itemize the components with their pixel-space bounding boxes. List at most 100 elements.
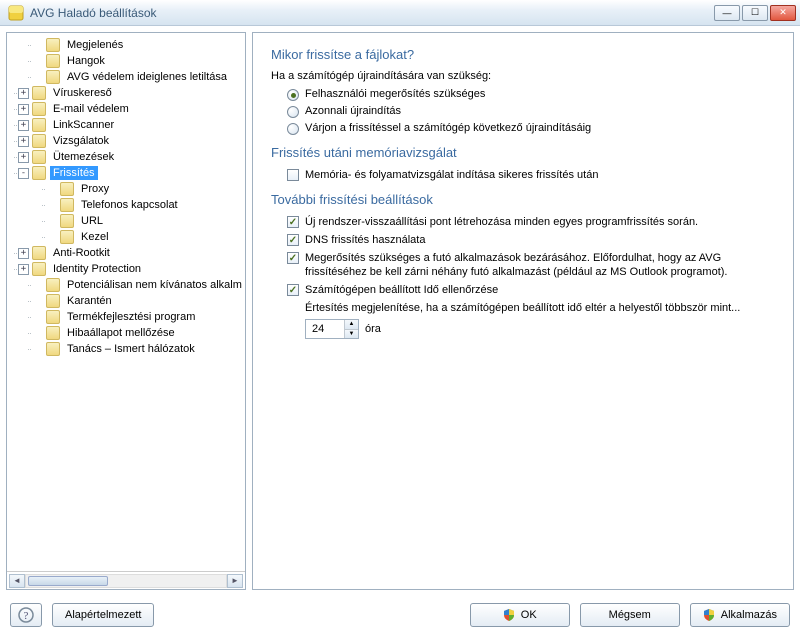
apply-button[interactable]: Alkalmazás — [690, 603, 790, 627]
tree-item[interactable]: ··Tanács – Ismert hálózatok — [7, 341, 245, 357]
radio-user-confirm[interactable]: Felhasználói megerősítés szükséges — [287, 88, 775, 101]
tree-node-icon — [60, 198, 74, 212]
tree-item[interactable]: ·· Hangok — [7, 53, 245, 69]
tree-item-label: Identity Protection — [50, 262, 144, 276]
tree-connector: ·· — [27, 344, 31, 354]
tree-item[interactable]: ··URL — [7, 213, 245, 229]
tree-item[interactable]: ··+Anti-Rootkit — [7, 245, 245, 261]
scroll-left-button[interactable]: ◄ — [9, 574, 25, 588]
button-label: Alapértelmezett — [65, 609, 141, 621]
tree-item-label: Hangok — [64, 54, 108, 68]
radio-input[interactable] — [287, 123, 299, 135]
tree-item[interactable]: ··Hibaállapot mellőzése — [7, 325, 245, 341]
tree-item-label: Hibaállapot mellőzése — [64, 326, 178, 340]
tree-node-icon — [32, 150, 46, 164]
tree-item[interactable]: ··AVG védelem ideiglenes letiltása — [7, 69, 245, 85]
tree-item[interactable]: ··Karantén — [7, 293, 245, 309]
tree-connector: ·· — [13, 136, 17, 146]
tree-connector: ·· — [41, 232, 45, 242]
radio-input[interactable] — [287, 106, 299, 118]
check-memory-scan[interactable]: ✓ Memória- és folyamatvizsgálat indítása… — [287, 168, 775, 182]
tree-item[interactable]: ··+Ütemezések — [7, 149, 245, 165]
hours-spinner[interactable]: 24 ▲ ▼ — [305, 319, 359, 339]
tree-item-label: E-mail védelem — [50, 102, 132, 116]
hours-value[interactable]: 24 — [306, 320, 344, 338]
tree-item[interactable]: ··+LinkScanner — [7, 117, 245, 133]
tree-node-icon — [32, 262, 46, 276]
tree-connector: ·· — [13, 248, 17, 258]
expand-icon[interactable]: + — [18, 152, 29, 163]
tree-item[interactable]: ··Proxy — [7, 181, 245, 197]
tree-item[interactable]: ·· Kezel — [7, 229, 245, 245]
tree-node-icon — [46, 38, 60, 52]
check-confirm-close-apps[interactable]: ✓ Megerősítés szükséges a futó alkalmazá… — [287, 251, 775, 279]
expand-icon[interactable]: + — [18, 248, 29, 259]
default-button[interactable]: Alapértelmezett — [52, 603, 154, 627]
radio-label: Felhasználói megerősítés szükséges — [305, 88, 485, 100]
scroll-track[interactable] — [25, 574, 227, 588]
checkbox-input[interactable]: ✓ — [287, 234, 299, 246]
ok-button[interactable]: OK — [470, 603, 570, 627]
radio-input[interactable] — [287, 89, 299, 101]
checkbox-label: Megerősítés szükséges a futó alkalmazáso… — [305, 251, 775, 279]
checkbox-input[interactable]: ✓ — [287, 284, 299, 296]
tree-spacer — [46, 216, 57, 227]
radio-immediate-restart[interactable]: Azonnali újraindítás — [287, 105, 775, 118]
tree-item[interactable]: ··+Víruskereső — [7, 85, 245, 101]
tree-connector: ·· — [27, 312, 31, 322]
tree-item-label: Kezel — [78, 230, 112, 244]
tree-item[interactable]: ··Potenciálisan nem kívánatos alkalm — [7, 277, 245, 293]
expand-icon[interactable]: + — [18, 104, 29, 115]
app-icon — [8, 5, 24, 21]
tree-spacer — [32, 312, 43, 323]
expand-icon[interactable]: + — [18, 136, 29, 147]
tree-item[interactable]: ··-Frissítés — [7, 165, 245, 181]
scroll-thumb[interactable] — [28, 576, 108, 586]
help-button[interactable]: ? — [10, 603, 42, 627]
spinner-down-button[interactable]: ▼ — [345, 330, 358, 339]
button-label: OK — [521, 609, 537, 621]
check-time-check[interactable]: ✓ Számítógépen beállított Idő ellenőrzés… — [287, 283, 775, 297]
tree-spacer — [32, 280, 43, 291]
checkbox-input[interactable]: ✓ — [287, 169, 299, 181]
tree-panel: ··Megjelenés ·· Hangok··AVG védelem ideigl… — [6, 32, 246, 590]
checkbox-label: Számítógépen beállított Idő ellenőrzése — [305, 283, 775, 297]
tree-connector: ·· — [27, 296, 31, 306]
spinner-up-button[interactable]: ▲ — [345, 320, 358, 330]
scroll-right-button[interactable]: ► — [227, 574, 243, 588]
section-title-additional: További frissítési beállítások — [271, 192, 775, 207]
check-dns-update[interactable]: ✓ DNS frissítés használata — [287, 233, 775, 247]
tree-item[interactable]: ··+E-mail védelem — [7, 101, 245, 117]
collapse-icon[interactable]: - — [18, 168, 29, 179]
tree-item[interactable]: ··Termékfejlesztési program — [7, 309, 245, 325]
close-button[interactable]: ✕ — [770, 5, 796, 21]
tree-connector: ·· — [27, 56, 31, 66]
tree-node-icon — [46, 342, 60, 356]
tree-connector: ·· — [13, 152, 17, 162]
cancel-button[interactable]: Mégsem — [580, 603, 680, 627]
radio-label: Várjon a frissítéssel a számítógép követ… — [305, 122, 591, 134]
tree-node-icon — [46, 326, 60, 340]
maximize-button[interactable]: ☐ — [742, 5, 768, 21]
tree-item-label: LinkScanner — [50, 118, 117, 132]
time-check-description: Értesítés megjelenítése, ha a számítógép… — [305, 301, 775, 315]
tree-node-icon — [46, 310, 60, 324]
expand-icon[interactable]: + — [18, 264, 29, 275]
expand-icon[interactable]: + — [18, 88, 29, 99]
tree-node-icon — [46, 278, 60, 292]
tree-item[interactable]: ··Telefonos kapcsolat — [7, 197, 245, 213]
tree-spacer — [32, 296, 43, 307]
tree-spacer — [46, 184, 57, 195]
radio-wait-next-restart[interactable]: Várjon a frissítéssel a számítógép követ… — [287, 122, 775, 135]
checkbox-input[interactable]: ✓ — [287, 216, 299, 228]
horizontal-scrollbar[interactable]: ◄ ► — [7, 571, 245, 589]
tree-item[interactable]: ··+Identity Protection — [7, 261, 245, 277]
minimize-button[interactable]: — — [714, 5, 740, 21]
tree-item[interactable]: ··+Vizsgálatok — [7, 133, 245, 149]
restart-required-label: Ha a számítógép újraindítására van szüks… — [271, 70, 775, 82]
hours-unit-label: óra — [365, 323, 381, 335]
checkbox-input[interactable]: ✓ — [287, 252, 299, 264]
check-restore-point[interactable]: ✓ Új rendszer-visszaállítási pont létreh… — [287, 215, 775, 229]
tree-item[interactable]: ··Megjelenés — [7, 37, 245, 53]
expand-icon[interactable]: + — [18, 120, 29, 131]
